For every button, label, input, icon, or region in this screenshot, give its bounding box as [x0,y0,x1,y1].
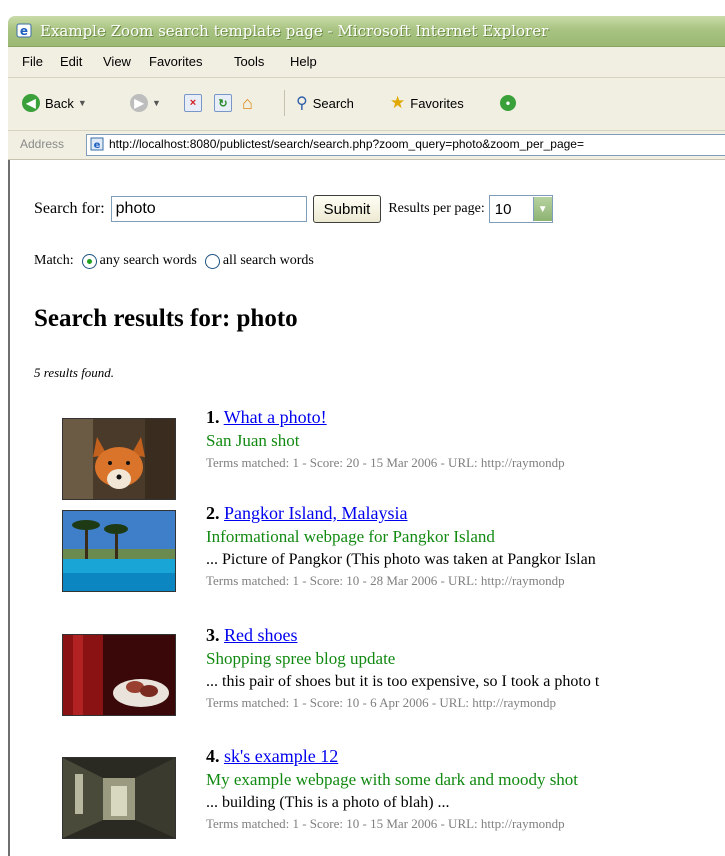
ie-logo-icon: e [16,23,32,38]
match-label: Match: [34,253,74,268]
toolbar: ◀ Back ▼ ▶ ▼ × ↻ ⌂ ⚲ Search ★ Favorites … [8,78,725,131]
address-bar: Address e http://localhost:8080/publicte… [8,131,725,160]
forward-arrow-icon: ▶ [130,94,148,112]
search-form: Search for: Submit Results per page: 10 … [34,192,553,226]
back-arrow-icon: ◀ [22,94,40,112]
result-thumbnail[interactable] [62,634,176,716]
radio-selected-dot [86,258,92,264]
result-thumbnail[interactable] [62,510,176,592]
search-toolbar-button[interactable]: ⚲ Search [296,92,354,114]
window-title: Example Zoom search template page - Micr… [40,22,549,40]
beach-photo-icon [63,511,175,591]
results-count: 5 results found. [34,365,115,380]
match-any-radio[interactable] [81,253,97,269]
address-field[interactable]: e http://localhost:8080/publictest/searc… [86,134,725,156]
corridor-photo-icon [63,758,175,838]
result-description: San Juan shot [206,431,300,450]
result-text: 3. Red shoes Shopping spree blog update … [206,624,725,713]
address-url: http://localhost:8080/publictest/search/… [109,137,584,151]
chevron-down-icon[interactable]: ▼ [532,197,552,221]
result-text: 2. Pangkor Island, Malaysia Informationa… [206,502,725,591]
forward-button[interactable]: ▶ ▼ [130,92,161,114]
page-icon: e [90,137,104,151]
menu-help[interactable]: Help [290,54,317,69]
results-per-page-label: Results per page: [388,201,485,216]
menu-bar: File Edit View Favorites Tools Help [8,47,725,78]
result-info: Terms matched: 1 - Score: 10 - 15 Mar 20… [206,816,565,831]
result-text: 1. What a photo! San Juan shot Terms mat… [206,406,725,473]
match-options: Match: any search words all search words [34,253,314,269]
toolbar-separator [284,90,285,116]
shoes-photo-icon [63,635,175,715]
result-description: My example webpage with some dark and mo… [206,770,579,789]
result-number: 2. [206,503,220,523]
result-title-link[interactable]: What a photo! [224,407,327,427]
menu-view[interactable]: View [103,54,131,69]
result-text: 4. sk's example 12 My example webpage wi… [206,745,725,834]
star-icon: ★ [390,93,406,112]
result-thumbnail[interactable] [62,757,176,839]
submit-button[interactable]: Submit [312,195,382,223]
result-snippet: ... this pair of shoes but it is too exp… [206,673,600,690]
address-label: Address [20,137,65,151]
refresh-icon: ↻ [214,94,232,112]
results-per-page-value: 10 [494,200,512,218]
match-all-radio[interactable] [204,253,220,269]
match-any-label[interactable]: any search words [100,253,197,269]
refresh-button[interactable]: ↻ [214,92,232,114]
back-dropdown-icon[interactable]: ▼ [78,98,87,108]
result-number: 1. [206,407,220,427]
menu-tools[interactable]: Tools [234,54,264,69]
match-all-label[interactable]: all search words [223,253,314,269]
result-title-link[interactable]: Pangkor Island, Malaysia [224,503,407,523]
svg-text:e: e [20,24,28,38]
menu-edit[interactable]: Edit [60,54,82,69]
fox-photo-icon [63,419,175,499]
menu-file[interactable]: File [22,54,43,69]
favorites-toolbar-button[interactable]: ★ Favorites [390,92,464,114]
svg-text:e: e [94,140,101,151]
back-button[interactable]: ◀ Back ▼ [22,92,87,114]
result-title-link[interactable]: Red shoes [224,625,298,645]
menu-favorites[interactable]: Favorites [149,54,202,69]
stop-button[interactable]: × [184,92,202,114]
result-snippet: ... building (This is a photo of blah) .… [206,794,450,811]
result-description: Shopping spree blog update [206,649,396,668]
back-label: Back [45,95,74,111]
result-number: 4. [206,746,220,766]
result-number: 3. [206,625,220,645]
result-snippet: ... Picture of Pangkor (This photo was t… [206,551,596,568]
favorites-toolbar-label: Favorites [410,95,464,111]
result-title-link[interactable]: sk's example 12 [224,746,338,766]
search-input[interactable] [110,196,307,222]
page-content: Search for: Submit Results per page: 10 … [8,160,725,856]
results-heading: Search results for: photo [34,305,298,332]
result-thumbnail[interactable] [62,418,176,500]
home-button[interactable]: ⌂ [242,92,253,114]
media-button[interactable]: • [500,92,516,114]
browser-window: e Example Zoom search template page - Mi… [0,0,725,856]
search-toolbar-label: Search [312,95,354,111]
magnifier-icon: ⚲ [296,95,308,112]
results-per-page-select[interactable]: 10 ▼ [488,195,553,223]
forward-dropdown-icon[interactable]: ▼ [152,98,161,108]
result-info: Terms matched: 1 - Score: 10 - 6 Apr 200… [206,695,557,710]
title-bar: e Example Zoom search template page - Mi… [8,16,725,47]
result-info: Terms matched: 1 - Score: 20 - 15 Mar 20… [206,455,565,470]
stop-icon: × [184,94,202,112]
result-info: Terms matched: 1 - Score: 10 - 28 Mar 20… [206,573,565,588]
result-description: Informational webpage for Pangkor Island [206,527,495,546]
search-label: Search for: [34,200,105,217]
home-icon: ⌂ [242,92,253,113]
media-icon: • [500,95,516,111]
